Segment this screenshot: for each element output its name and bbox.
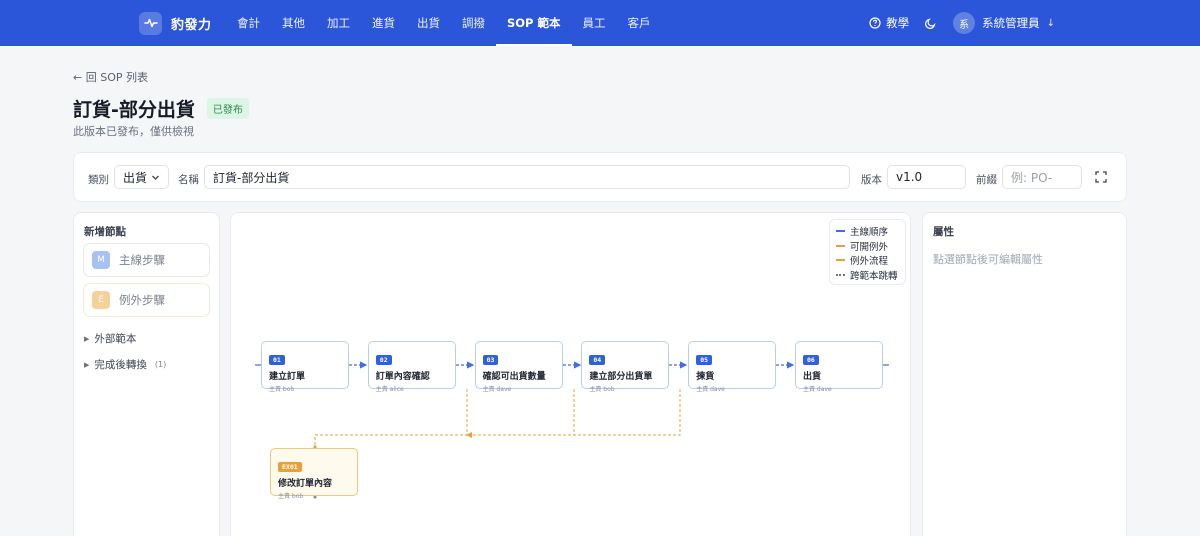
legend-label: 跨範本跳轉	[850, 270, 898, 282]
chevron-down-icon	[152, 175, 159, 180]
fullscreen-icon[interactable]	[1094, 170, 1108, 184]
node-label: 建立部分出貨單	[589, 372, 653, 382]
nav-item[interactable]: 進貨	[361, 0, 406, 46]
nav-menu: 會計 其他 加工 進貨 出貨 調撥 SOP 範本 員工 客戶	[226, 0, 662, 46]
after-complete-count: (1)	[154, 360, 167, 369]
node-code: 02	[375, 355, 392, 365]
brand[interactable]: 豹發力	[139, 11, 212, 35]
flow-node[interactable]: 05 揀貨主責 dave	[688, 341, 777, 393]
nav-item[interactable]: 會計	[226, 0, 271, 46]
node-label: 建立訂單	[269, 372, 306, 382]
nav-item[interactable]: 加工	[316, 0, 361, 46]
node-code: 01	[269, 355, 285, 365]
node-code: 04	[589, 355, 606, 365]
palette-title: 新增節點	[84, 226, 126, 238]
flow-node[interactable]: 01 建立訂單主責 bob	[261, 341, 349, 393]
node-owner: 主責 bob	[278, 493, 304, 500]
moon-icon	[925, 18, 936, 29]
legend-swatch	[836, 273, 845, 276]
add-exception-step-button[interactable]: E 例外步驟	[83, 283, 210, 317]
edge-legend: 主線順序可開例外例外流程跨範本跳轉	[829, 219, 906, 285]
legend-item: 主線順序	[836, 224, 899, 239]
main-step-chip: M	[92, 251, 110, 269]
top-nav: 豹發力 會計 其他 加工 進貨 出貨 調撥 SOP 範本 員工 客戶 教學 系 系統管理員 ↓	[0, 0, 1200, 46]
nav-item[interactable]: 其他	[271, 0, 316, 46]
external-template-toggle[interactable]: ▶ 外部範本	[84, 331, 136, 346]
caret-right-icon: ▶	[84, 334, 90, 343]
legend-item: 可開例外	[836, 239, 899, 254]
status-badge: 已發布	[206, 98, 249, 119]
legend-swatch	[836, 259, 845, 262]
node-label: 修改訂單內容	[278, 479, 333, 489]
main-step-label: 主線步驟	[119, 253, 165, 267]
properties-title: 屬性	[933, 226, 954, 238]
legend-label: 例外流程	[850, 256, 889, 268]
flow-node[interactable]: 06 出貨主責 dave	[795, 341, 883, 393]
name-label: 名稱	[178, 174, 199, 186]
category-value: 出貨	[123, 170, 148, 185]
legend-item: 例外流程	[836, 253, 899, 268]
node-owner: 主責 dave	[696, 386, 725, 393]
node-code: EX01	[278, 462, 302, 472]
exception-step-chip: E	[92, 291, 110, 309]
flow-node[interactable]: 03 確認可出貨數量 主責 dave	[474, 341, 563, 393]
nav-item[interactable]: 調撥	[451, 0, 496, 46]
properties-panel: 屬性 點選節點後可編輯屬性	[922, 212, 1127, 536]
node-label: 訂單內容確認	[375, 372, 430, 382]
flow-node[interactable]: 04 建立部分出貨單 主責 bob	[581, 341, 670, 393]
node-code: 06	[803, 355, 819, 365]
node-label: 出貨	[803, 372, 822, 382]
exception-step-label: 例外步驟	[119, 293, 165, 307]
category-label: 類別	[88, 174, 109, 186]
node-label: 確認可出貨數量	[482, 372, 546, 382]
node-owner: 主責 dave	[803, 386, 832, 393]
exception-node[interactable]: EX01 修改訂單內容 主責 bob	[270, 448, 358, 500]
chevron-down-icon: ↓	[1046, 17, 1055, 29]
avatar: 系	[953, 12, 976, 34]
name-input[interactable]: 訂貨-部分出貨	[204, 165, 850, 189]
page-title: 訂貨-部分出貨	[73, 99, 195, 121]
external-template-label: 外部範本	[94, 333, 137, 345]
brand-name: 豹發力	[171, 17, 212, 33]
node-code: 05	[696, 355, 713, 365]
after-complete-toggle[interactable]: ▶ 完成後轉換 (1)	[84, 357, 166, 372]
node-label: 揀貨	[696, 372, 715, 382]
prefix-label: 前綴	[976, 174, 997, 186]
properties-hint: 點選節點後可編輯屬性	[933, 253, 1043, 266]
after-complete-label: 完成後轉換	[94, 359, 147, 371]
legend-item: 跨範本跳轉	[836, 268, 899, 283]
legend-swatch	[836, 230, 845, 233]
nav-item[interactable]: 員工	[572, 0, 617, 46]
help-label: 教學	[886, 16, 910, 30]
node-owner: 主責 bob	[589, 386, 615, 393]
theme-toggle[interactable]	[925, 17, 937, 29]
version-label: 版本	[861, 174, 882, 186]
nav-item[interactable]: SOP 範本	[496, 0, 572, 46]
legend-label: 主線順序	[850, 227, 889, 239]
legend-swatch	[836, 244, 845, 247]
user-name: 系統管理員	[982, 16, 1040, 30]
user-menu[interactable]: 系 系統管理員 ↓	[953, 12, 1055, 34]
add-main-step-button[interactable]: M 主線步驟	[83, 243, 210, 277]
node-owner: 主責 dave	[482, 386, 512, 393]
nav-item[interactable]: 客戶	[617, 0, 662, 46]
legend-label: 可開例外	[850, 241, 889, 253]
version-input[interactable]: v1.0	[887, 165, 966, 189]
node-code: 03	[482, 355, 499, 365]
back-to-sop-list-link[interactable]: ← 回 SOP 列表	[73, 69, 148, 85]
help-icon	[869, 17, 881, 29]
nav-item[interactable]: 出貨	[406, 0, 451, 46]
pulse-icon	[139, 11, 162, 35]
flow-node[interactable]: 02 訂單內容確認 主責 alice	[367, 341, 456, 393]
node-palette: 新增節點 M 主線步驟 E 例外步驟 ▶ 外部範本 ▶ 完成後轉換 (1)	[73, 212, 220, 536]
flow-canvas[interactable]: 主線順序 可開例外 例外流程 跨範本跳轉 01 建立訂單 主責 bob 02 訂單內容確認 主責…	[230, 212, 911, 536]
category-select[interactable]: 出貨	[114, 165, 169, 189]
help-button[interactable]: 教學	[869, 15, 909, 31]
caret-right-icon: ▶	[84, 360, 90, 369]
page-subtitle: 此版本已發布，僅供檢視	[73, 125, 194, 138]
node-owner: 主責 alice	[375, 386, 404, 393]
prefix-input[interactable]: 例: PO-	[1002, 165, 1082, 189]
template-form-bar: 類別 出貨 名稱 訂貨-部分出貨 版本 v1.0 前綴 例: PO-	[73, 152, 1127, 202]
node-owner: 主責 bob	[269, 386, 295, 393]
